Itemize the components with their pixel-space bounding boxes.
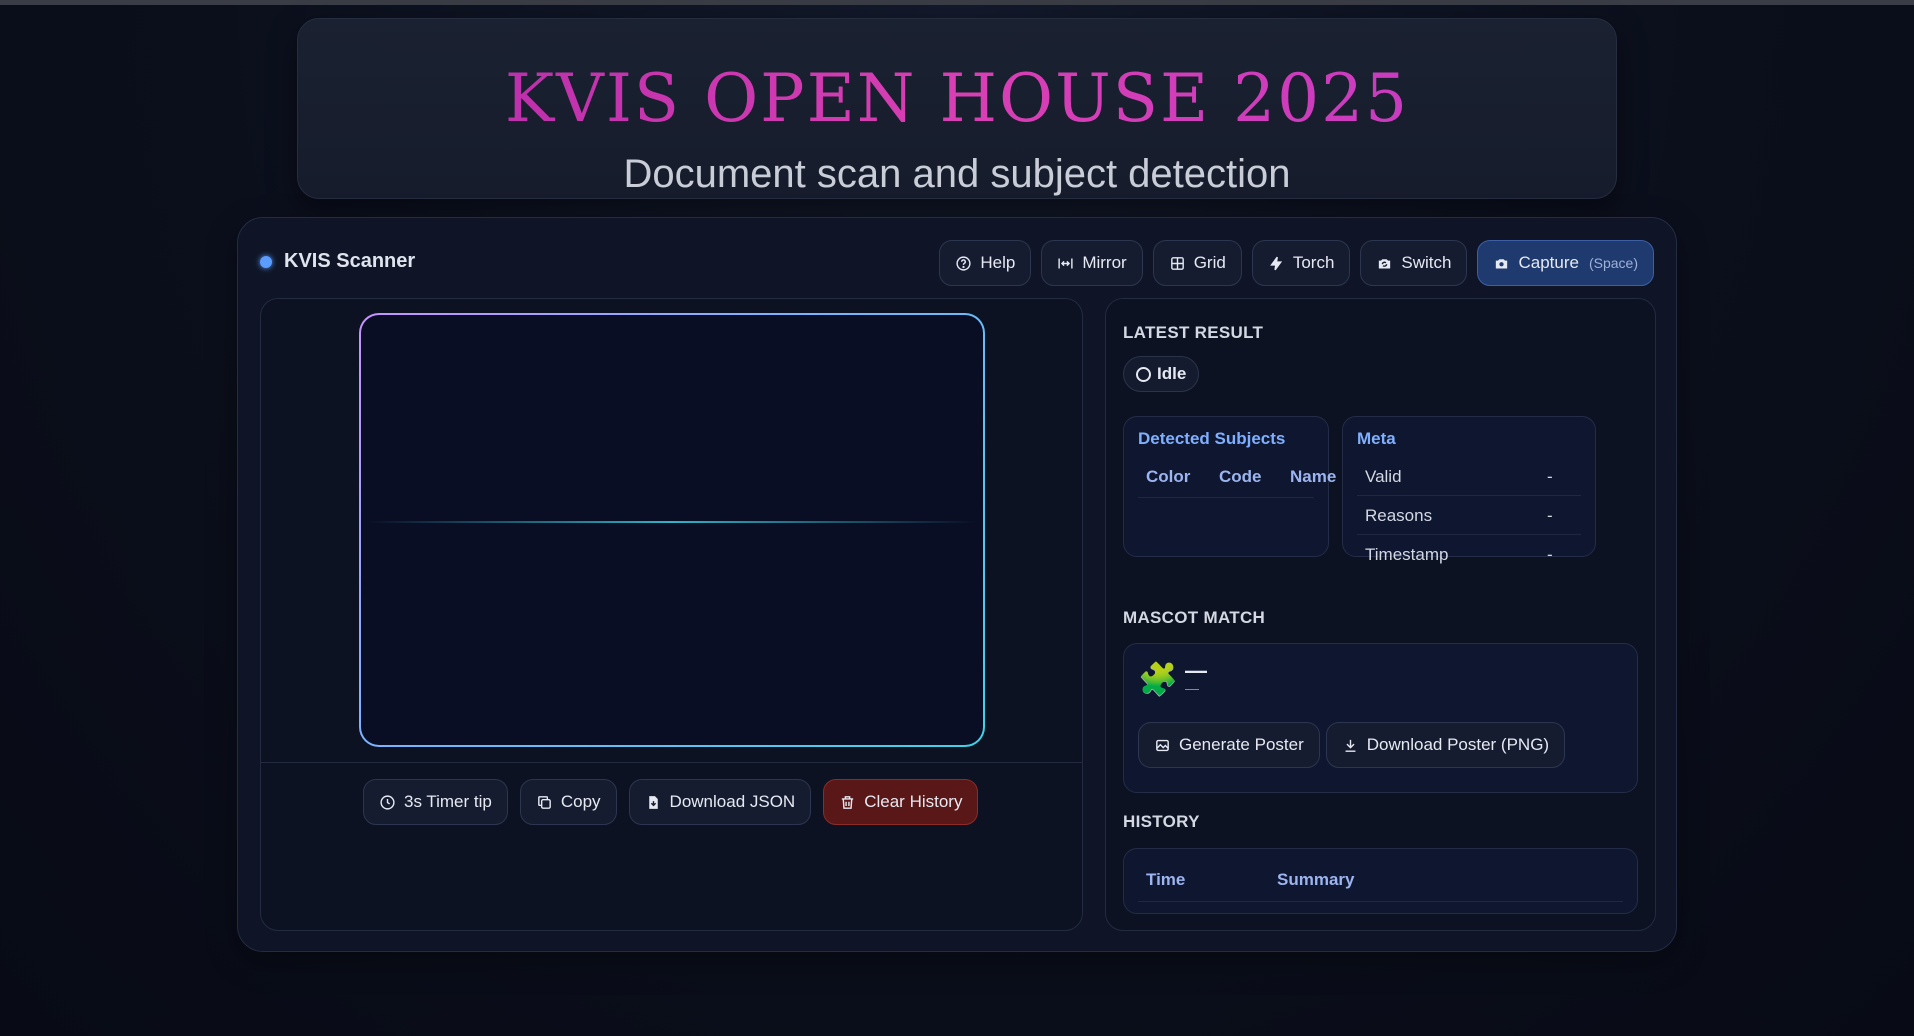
meta-value: -	[1547, 467, 1553, 486]
torch-label: Torch	[1292, 253, 1335, 272]
download-poster-label: Download Poster (PNG)	[1366, 735, 1550, 754]
status-badge: Idle	[1123, 356, 1200, 392]
scan-line	[367, 521, 977, 523]
capture-label: Capture	[1518, 253, 1579, 272]
idle-status-icon	[1136, 366, 1151, 382]
timer-label: 3s Timer tip	[404, 792, 492, 811]
toolbar: Help Mirror Grid Torch Switch Capture (S…	[939, 240, 1654, 286]
capture-shortcut-hint: (Space)	[1588, 255, 1638, 271]
camera-viewport[interactable]	[359, 313, 985, 747]
status-text: Idle	[1157, 364, 1187, 383]
mascot-subtitle: —	[1185, 680, 1199, 696]
mirror-button[interactable]: Mirror	[1041, 240, 1143, 286]
camera-actions: 3s Timer tip Copy Download JSON Clear Hi…	[363, 779, 979, 825]
help-label: Help	[980, 253, 1016, 272]
download-json-button[interactable]: Download JSON	[628, 779, 812, 825]
download-icon	[1345, 739, 1356, 752]
meta-title: Meta	[1357, 429, 1396, 448]
latest-result-heading: LATEST RESULT	[1123, 323, 1264, 342]
page-title: KVIS OPEN HOUSE 2025	[298, 59, 1616, 139]
mascot-match-heading: MASCOT MATCH	[1123, 608, 1266, 627]
meta-value: -	[1547, 545, 1553, 564]
mascot-actions: Generate Poster Download Poster (PNG)	[1138, 722, 1566, 768]
hero-header: KVIS OPEN HOUSE 2025 Document scan and s…	[297, 18, 1617, 199]
download-poster-button[interactable]: Download Poster (PNG)	[1325, 722, 1566, 768]
camera-switch-icon	[1379, 258, 1391, 268]
timer-button[interactable]: 3s Timer tip	[363, 779, 508, 825]
file-download-icon	[648, 795, 658, 809]
clear-history-button[interactable]: Clear History	[823, 779, 979, 825]
meta-key: Reasons	[1365, 506, 1433, 525]
history-heading: HISTORY	[1123, 812, 1200, 831]
detected-subjects-box: Detected Subjects Color Code Name	[1123, 416, 1336, 557]
camera-panel: 3s Timer tip Copy Download JSON Clear Hi…	[260, 298, 1083, 931]
download-json-label: Download JSON	[669, 792, 796, 811]
clock-icon	[380, 794, 395, 810]
table-header-rule	[1138, 497, 1314, 498]
column-header-summary: Summary	[1277, 870, 1355, 889]
meta-value: -	[1547, 506, 1553, 525]
window-top-edge	[0, 0, 1914, 5]
generate-poster-button[interactable]: Generate Poster	[1138, 722, 1320, 768]
generate-poster-label: Generate Poster	[1179, 735, 1304, 754]
results-panel: LATEST RESULT Idle Detected Subjects Col…	[1105, 298, 1656, 931]
app-name: KVIS Scanner	[284, 250, 416, 272]
column-header-code: Code	[1219, 467, 1262, 486]
page-subtitle: Document scan and subject detection	[623, 152, 1291, 196]
help-button[interactable]: Help	[939, 240, 1032, 286]
app-brand: KVIS Scanner	[260, 250, 415, 273]
meta-row-timestamp: Timestamp -	[1357, 535, 1581, 574]
scanner-card: KVIS Scanner Help Mirror Grid Torch Swit…	[237, 217, 1677, 952]
camera-divider	[261, 762, 1082, 763]
bolt-icon	[1269, 256, 1282, 270]
meta-box: Meta Valid - Reasons - Timestamp -	[1342, 416, 1596, 564]
status-dot	[260, 255, 272, 268]
history-header-rule	[1138, 901, 1623, 902]
detected-subjects-title: Detected Subjects	[1138, 429, 1286, 448]
capture-button[interactable]: Capture (Space)	[1477, 240, 1654, 286]
copy-label: Copy	[560, 792, 601, 811]
switch-camera-button[interactable]: Switch	[1360, 240, 1468, 286]
column-header-color: Color	[1146, 467, 1191, 486]
trash-icon	[842, 795, 854, 809]
switch-label: Switch	[1401, 253, 1452, 272]
torch-button[interactable]: Torch	[1251, 240, 1351, 286]
puzzle-icon: 🧩	[1138, 661, 1178, 697]
mirror-label: Mirror	[1082, 253, 1127, 272]
meta-key: Valid	[1365, 467, 1402, 486]
camera-icon	[1496, 258, 1508, 268]
grid-label: Grid	[1193, 253, 1226, 272]
grid-icon	[1170, 256, 1184, 270]
image-icon	[1156, 739, 1169, 751]
help-icon	[956, 255, 971, 271]
history-table: Time Summary	[1123, 848, 1638, 914]
column-header-time: Time	[1146, 870, 1186, 889]
grid-button[interactable]: Grid	[1152, 240, 1242, 286]
copy-icon	[537, 795, 551, 809]
mascot-box: 🧩 — — Generate Poster Download Poster (P…	[1123, 643, 1638, 793]
mirror-icon	[1058, 258, 1073, 268]
column-header-name: Name	[1290, 467, 1337, 486]
copy-button[interactable]: Copy	[519, 779, 617, 825]
meta-row-valid: Valid -	[1357, 457, 1581, 496]
meta-row-reasons: Reasons -	[1357, 496, 1581, 535]
clear-history-label: Clear History	[864, 792, 963, 811]
meta-key: Timestamp	[1365, 545, 1449, 564]
